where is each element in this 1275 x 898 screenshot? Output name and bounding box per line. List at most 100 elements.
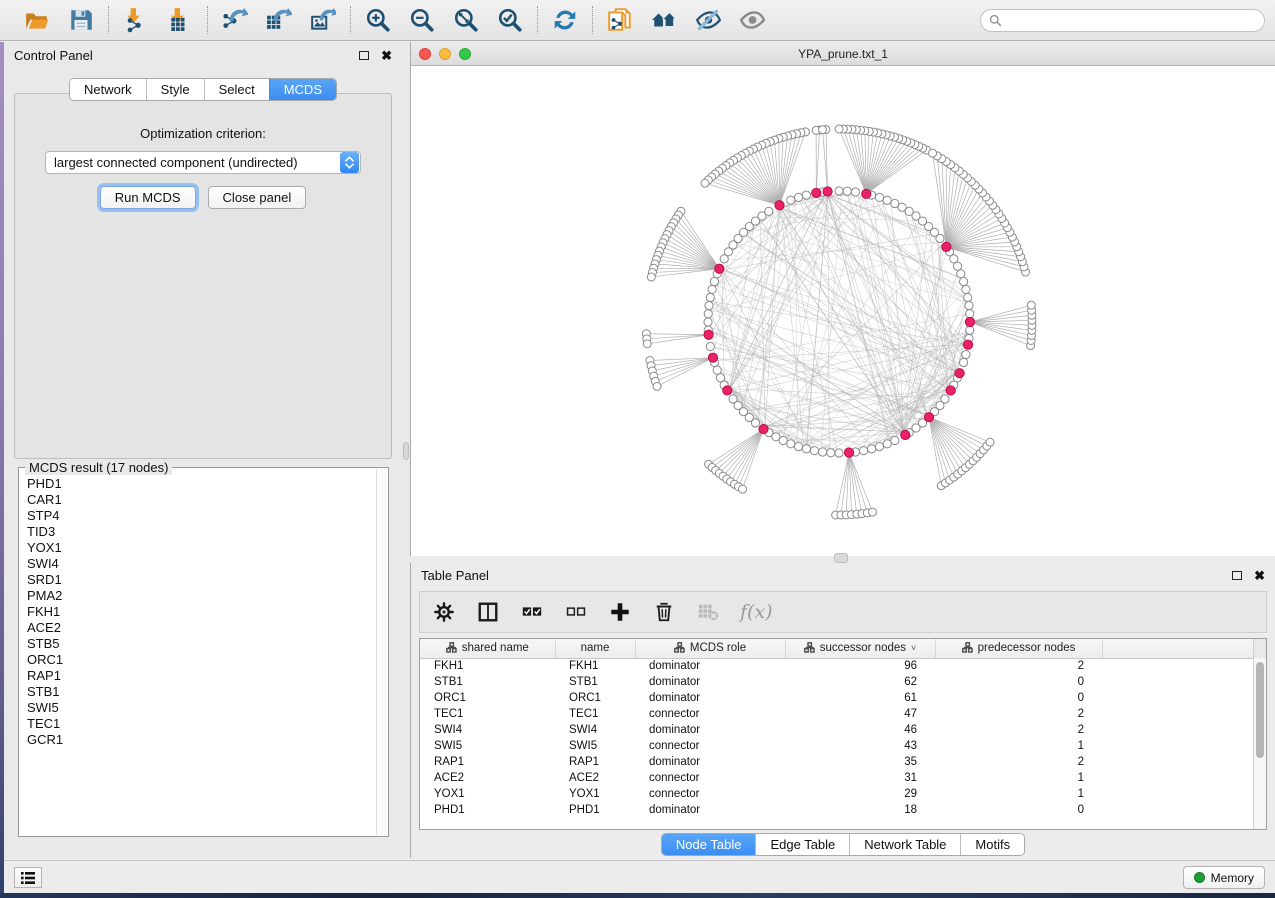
mcds-result-item[interactable]: SWI5 bbox=[27, 700, 376, 716]
zoom-out-icon[interactable] bbox=[407, 5, 437, 35]
table-cell[interactable]: ORC1 bbox=[555, 690, 635, 706]
tab-select[interactable]: Select bbox=[204, 79, 269, 100]
horizontal-splitter[interactable] bbox=[410, 556, 1275, 563]
settings-gear-icon[interactable] bbox=[432, 600, 456, 624]
table-cell[interactable]: 31 bbox=[785, 770, 935, 786]
table-row[interactable]: ACE2ACE2connector311 bbox=[420, 770, 1266, 786]
table-cell[interactable]: dominator bbox=[635, 802, 785, 818]
table-cell[interactable]: 0 bbox=[935, 802, 1102, 818]
criterion-dropdown[interactable]: largest connected component (undirected) bbox=[45, 151, 361, 174]
save-session-icon[interactable] bbox=[66, 5, 96, 35]
table-cell[interactable] bbox=[1102, 658, 1266, 674]
mcds-result-item[interactable]: RAP1 bbox=[27, 668, 376, 684]
mcds-result-item[interactable]: PMA2 bbox=[27, 588, 376, 604]
table-cell[interactable]: 2 bbox=[935, 754, 1102, 770]
table-cell[interactable]: PHD1 bbox=[555, 802, 635, 818]
table-row[interactable]: SWI5SWI5connector431 bbox=[420, 738, 1266, 754]
mcds-result-item[interactable]: TID3 bbox=[27, 524, 376, 540]
table-cell[interactable] bbox=[1102, 770, 1266, 786]
table-cell[interactable]: connector bbox=[635, 786, 785, 802]
table-cell[interactable]: connector bbox=[635, 706, 785, 722]
mcds-result-item[interactable]: STB5 bbox=[27, 636, 376, 652]
table-cell[interactable]: 43 bbox=[785, 738, 935, 754]
tab-mcds[interactable]: MCDS bbox=[269, 79, 336, 100]
delete-column-icon[interactable] bbox=[652, 600, 676, 624]
table-row[interactable]: YOX1YOX1connector291 bbox=[420, 786, 1266, 802]
table-cell[interactable]: FKH1 bbox=[420, 658, 555, 674]
hide-graphics-icon[interactable] bbox=[693, 5, 723, 35]
search-input[interactable] bbox=[980, 9, 1265, 32]
table-row[interactable]: RAP1RAP1dominator352 bbox=[420, 754, 1266, 770]
table-cell[interactable]: TEC1 bbox=[420, 706, 555, 722]
zoom-selected-icon[interactable] bbox=[495, 5, 525, 35]
table-cell[interactable]: 62 bbox=[785, 674, 935, 690]
import-network-icon[interactable] bbox=[121, 5, 151, 35]
tab-motifs[interactable]: Motifs bbox=[960, 834, 1024, 855]
tab-style[interactable]: Style bbox=[146, 79, 204, 100]
import-table-icon[interactable] bbox=[165, 5, 195, 35]
add-column-icon[interactable] bbox=[608, 600, 632, 624]
close-panel-icon[interactable]: ✖ bbox=[381, 49, 392, 62]
share-document-icon[interactable] bbox=[605, 5, 635, 35]
table-cell[interactable]: dominator bbox=[635, 754, 785, 770]
float-panel-icon[interactable] bbox=[359, 51, 369, 60]
open-file-icon[interactable] bbox=[22, 5, 52, 35]
memory-button[interactable]: Memory bbox=[1183, 866, 1265, 889]
table-cell[interactable]: 2 bbox=[935, 722, 1102, 738]
column-header-shared-name[interactable]: shared name bbox=[420, 639, 555, 658]
table-cell[interactable]: 61 bbox=[785, 690, 935, 706]
table-cell[interactable] bbox=[1102, 722, 1266, 738]
table-cell[interactable]: STB1 bbox=[420, 674, 555, 690]
mcds-result-item[interactable]: CAR1 bbox=[27, 492, 376, 508]
mcds-result-item[interactable]: PHD1 bbox=[27, 476, 376, 492]
table-cell[interactable]: RAP1 bbox=[555, 754, 635, 770]
zoom-in-icon[interactable] bbox=[363, 5, 393, 35]
table-cell[interactable]: ACE2 bbox=[420, 770, 555, 786]
export-table-icon[interactable] bbox=[264, 5, 294, 35]
network-graph[interactable] bbox=[411, 66, 1275, 556]
table-cell[interactable]: ORC1 bbox=[420, 690, 555, 706]
run-mcds-button[interactable]: Run MCDS bbox=[100, 186, 196, 209]
table-cell[interactable]: 0 bbox=[935, 674, 1102, 690]
table-cell[interactable]: 47 bbox=[785, 706, 935, 722]
table-cell[interactable]: 2 bbox=[935, 658, 1102, 674]
table-cell[interactable]: 35 bbox=[785, 754, 935, 770]
table-cell[interactable] bbox=[1102, 690, 1266, 706]
tab-edge-table[interactable]: Edge Table bbox=[755, 834, 849, 855]
split-panel-icon[interactable] bbox=[476, 600, 500, 624]
column-header-MCDS-role[interactable]: MCDS role bbox=[635, 639, 785, 658]
zoom-fit-icon[interactable] bbox=[451, 5, 481, 35]
network-view-canvas[interactable] bbox=[411, 66, 1275, 556]
mcds-result-item[interactable]: YOX1 bbox=[27, 540, 376, 556]
table-cell[interactable] bbox=[1102, 786, 1266, 802]
table-row[interactable]: SWI4SWI4dominator462 bbox=[420, 722, 1266, 738]
table-cell[interactable]: PHD1 bbox=[420, 802, 555, 818]
table-cell[interactable]: YOX1 bbox=[555, 786, 635, 802]
mcds-result-item[interactable]: ACE2 bbox=[27, 620, 376, 636]
table-cell[interactable]: TEC1 bbox=[555, 706, 635, 722]
mcds-result-item[interactable]: TEC1 bbox=[27, 716, 376, 732]
column-header-successor-nodes[interactable]: successor nodes˅ bbox=[785, 639, 935, 658]
table-row[interactable]: FKH1FKH1dominator962 bbox=[420, 658, 1266, 674]
table-scrollbar-thumb[interactable] bbox=[1256, 662, 1264, 758]
result-scrollbar[interactable] bbox=[376, 469, 387, 835]
mcds-result-item[interactable]: SWI4 bbox=[27, 556, 376, 572]
table-cell[interactable] bbox=[1102, 738, 1266, 754]
table-cell[interactable]: 0 bbox=[935, 690, 1102, 706]
table-cell[interactable] bbox=[1102, 674, 1266, 690]
table-scrollbar[interactable] bbox=[1253, 658, 1266, 829]
float-table-panel-icon[interactable] bbox=[1232, 571, 1242, 580]
table-cell[interactable]: 1 bbox=[935, 770, 1102, 786]
table-cell[interactable]: YOX1 bbox=[420, 786, 555, 802]
table-cell[interactable]: STB1 bbox=[555, 674, 635, 690]
table-cell[interactable]: connector bbox=[635, 738, 785, 754]
mcds-result-list[interactable]: PHD1CAR1STP4TID3YOX1SWI4SRD1PMA2FKH1ACE2… bbox=[27, 476, 376, 834]
table-cell[interactable]: 2 bbox=[935, 706, 1102, 722]
table-cell[interactable]: dominator bbox=[635, 674, 785, 690]
close-panel-button[interactable]: Close panel bbox=[208, 186, 307, 209]
mcds-result-item[interactable]: STP4 bbox=[27, 508, 376, 524]
table-cell[interactable]: 46 bbox=[785, 722, 935, 738]
show-panels-button[interactable] bbox=[14, 867, 42, 888]
refresh-icon[interactable] bbox=[550, 5, 580, 35]
table-cell[interactable]: 1 bbox=[935, 786, 1102, 802]
